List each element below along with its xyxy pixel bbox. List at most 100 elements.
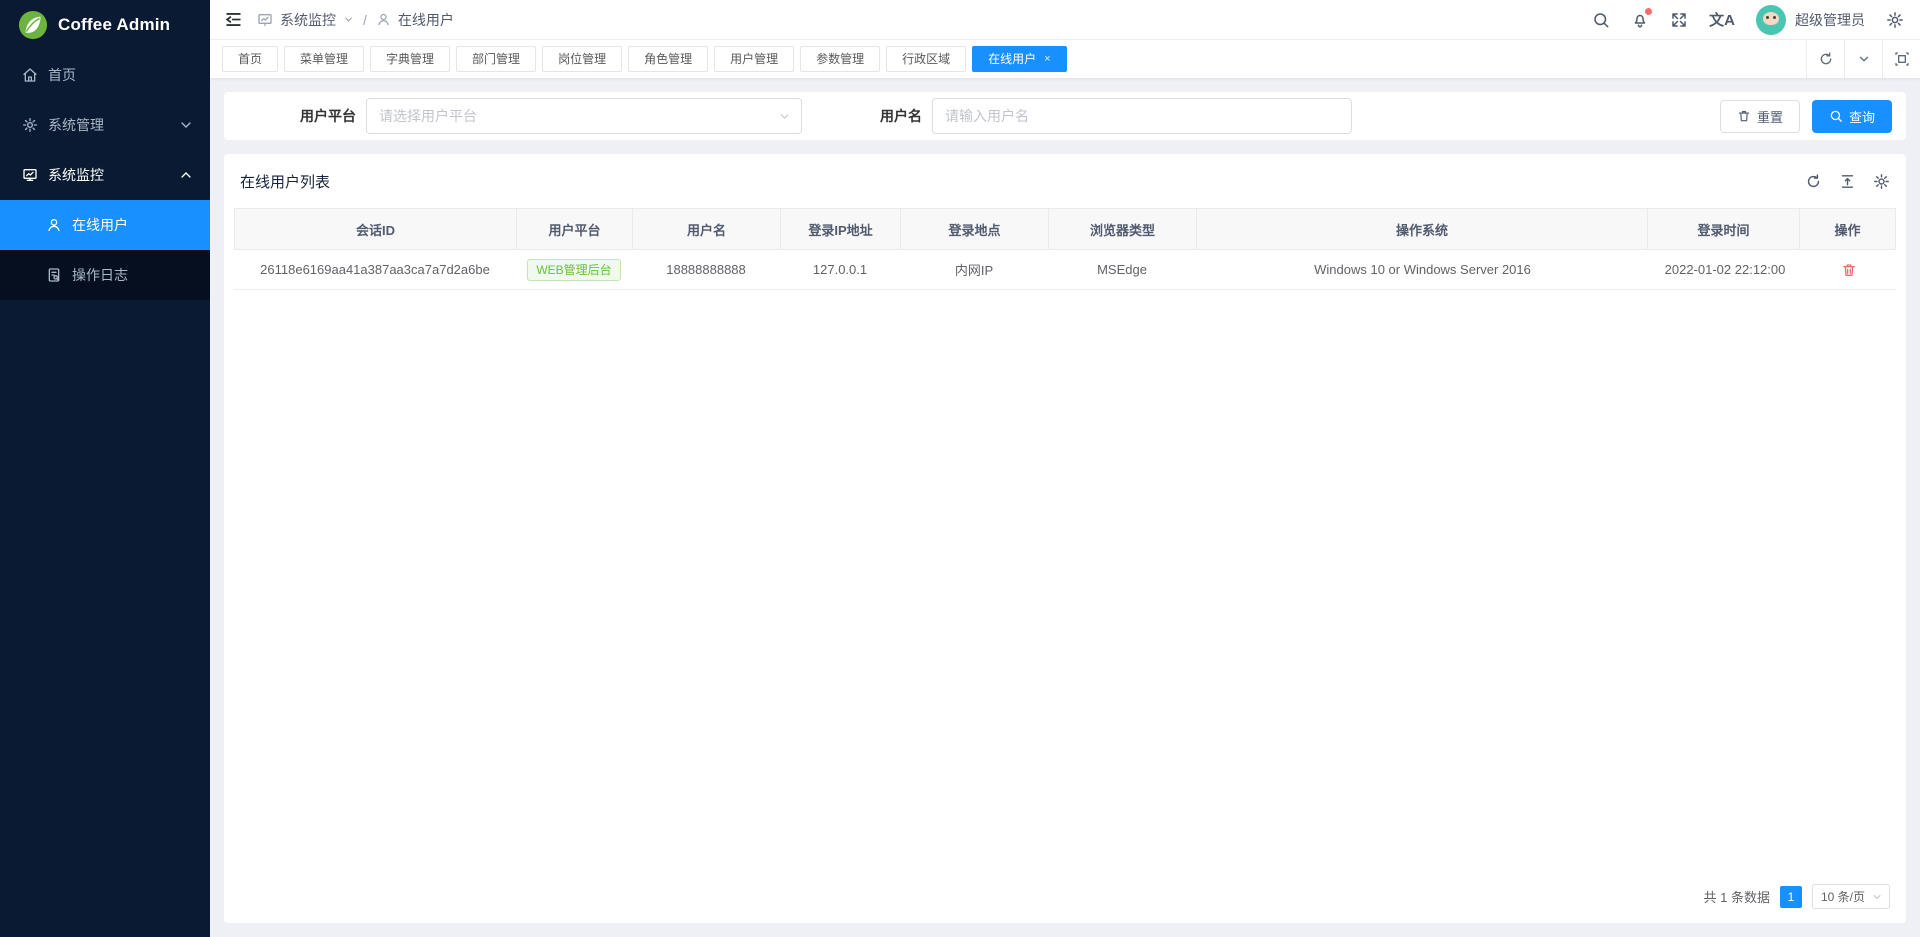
home-icon — [22, 67, 38, 83]
platform-select[interactable]: 请选择用户平台 — [366, 98, 802, 134]
table-header-row: 会话ID用户平台用户名登录IP地址登录地点浏览器类型操作系统登录时间操作 — [234, 208, 1896, 250]
close-tab-icon[interactable]: × — [1044, 54, 1050, 65]
cell-os: Windows 10 or Windows Server 2016 — [1196, 250, 1649, 290]
cell-platform: WEB管理后台 — [516, 250, 632, 290]
platform-select-placeholder: 请选择用户平台 — [379, 106, 477, 126]
settings-gear-icon[interactable] — [1886, 11, 1904, 29]
tab-9[interactable]: 行政区域 — [886, 46, 966, 72]
tab-5[interactable]: 岗位管理 — [542, 46, 622, 72]
tab-bar-tools — [1806, 40, 1920, 78]
sidebar: Coffee Admin 首页 系统管理 系统监控 在线用户 — [0, 0, 210, 937]
tab-label: 首页 — [238, 47, 262, 71]
cell-action — [1801, 250, 1896, 290]
chevron-down-icon — [1871, 891, 1883, 903]
notification-badge — [1645, 8, 1652, 15]
query-button[interactable]: 查询 — [1812, 100, 1892, 133]
tab-7[interactable]: 用户管理 — [714, 46, 794, 72]
tab-label: 菜单管理 — [300, 47, 348, 71]
sidebar-item-online-users[interactable]: 在线用户 — [0, 200, 210, 250]
trash-icon — [1737, 109, 1751, 123]
user-menu[interactable]: 超级管理员 — [1756, 5, 1865, 35]
maximize-content-icon[interactable] — [1882, 40, 1920, 78]
refresh-tab-icon[interactable] — [1806, 40, 1844, 78]
column-header: 浏览器类型 — [1049, 209, 1197, 249]
chevron-down-icon — [178, 117, 194, 133]
sidebar-item-label: 系统监控 — [48, 165, 168, 185]
platform-tag: WEB管理后台 — [527, 259, 620, 281]
caret-down-icon[interactable] — [343, 14, 354, 25]
search-icon — [1829, 109, 1843, 123]
column-header: 登录地点 — [901, 209, 1049, 249]
tab-label: 岗位管理 — [558, 47, 606, 71]
username-label: 超级管理员 — [1795, 10, 1865, 30]
column-header: 登录IP地址 — [781, 209, 901, 249]
tab-label: 用户管理 — [730, 47, 778, 71]
tab-1[interactable]: 首页 — [222, 46, 278, 72]
fullscreen-icon[interactable] — [1670, 11, 1688, 29]
column-header: 操作 — [1800, 209, 1895, 249]
tab-label: 部门管理 — [472, 47, 520, 71]
sidebar-item-home[interactable]: 首页 — [0, 50, 210, 100]
column-settings-gear-icon[interactable] — [1873, 173, 1890, 190]
chevron-down-icon — [778, 110, 791, 123]
tab-2[interactable]: 菜单管理 — [284, 46, 364, 72]
sidebar-item-system-monitor[interactable]: 系统监控 — [0, 150, 210, 200]
tab-label: 参数管理 — [816, 47, 864, 71]
cell-session_id: 26118e6169aa41a387aa3ca7a7d2a6be — [234, 250, 516, 290]
translate-icon[interactable]: 文A — [1709, 9, 1735, 30]
table-row: 26118e6169aa41a387aa3ca7a7d2a6be WEB管理后台 1… — [234, 250, 1896, 290]
row-height-icon[interactable] — [1839, 173, 1856, 190]
sidebar-item-operation-log[interactable]: 操作日志 — [0, 250, 210, 300]
sidebar-item-label: 系统管理 — [48, 115, 168, 135]
tab-options-chevron-icon[interactable] — [1844, 40, 1882, 78]
card-header: 在线用户列表 — [234, 154, 1896, 208]
column-header: 操作系统 — [1197, 209, 1648, 249]
search-icon[interactable] — [1592, 11, 1610, 29]
username-label: 用户名 — [880, 106, 922, 126]
tab-4[interactable]: 部门管理 — [456, 46, 536, 72]
breadcrumb-separator: / — [363, 12, 367, 28]
page-size-value: 10 条/页 — [1821, 888, 1865, 905]
username-input[interactable] — [932, 98, 1352, 134]
table-body: 26118e6169aa41a387aa3ca7a7d2a6be WEB管理后台 1… — [234, 250, 1896, 290]
cell-username: 18888888888 — [632, 250, 780, 290]
collapse-sidebar-icon[interactable] — [224, 10, 243, 29]
page-1-button[interactable]: 1 — [1780, 886, 1802, 908]
page-size-select[interactable]: 10 条/页 — [1812, 884, 1890, 909]
tab-3[interactable]: 字典管理 — [370, 46, 450, 72]
online-users-table: 会话ID用户平台用户名登录IP地址登录地点浏览器类型操作系统登录时间操作 261… — [234, 208, 1896, 290]
tab-10[interactable]: 在线用户× — [972, 46, 1066, 72]
notifications-bell-icon[interactable] — [1631, 11, 1649, 29]
sidebar-item-system-management[interactable]: 系统管理 — [0, 100, 210, 150]
sidebar-item-label: 在线用户 — [72, 215, 194, 235]
tab-8[interactable]: 参数管理 — [800, 46, 880, 72]
cell-ip: 127.0.0.1 — [780, 250, 900, 290]
search-form-card: 用户平台 请选择用户平台 用户名 重置 查询 — [224, 92, 1906, 140]
card-title: 在线用户列表 — [240, 171, 330, 192]
log-icon — [46, 267, 62, 283]
logo[interactable]: Coffee Admin — [0, 0, 210, 50]
refresh-table-icon[interactable] — [1805, 173, 1822, 190]
cell-login_time: 2022-01-02 22:12:00 — [1649, 250, 1801, 290]
sidebar-menu: 首页 系统管理 系统监控 在线用户 操作日志 — [0, 50, 210, 937]
app-root: Coffee Admin 首页 系统管理 系统监控 在线用户 — [0, 0, 1920, 937]
column-header: 用户名 — [633, 209, 781, 249]
user-icon — [376, 12, 391, 27]
table-tools — [1805, 173, 1890, 190]
tab-label: 字典管理 — [386, 47, 434, 71]
tab-label: 行政区域 — [902, 47, 950, 71]
tab-bar: 首页 菜单管理 字典管理 部门管理 岗位管理角色管理用户管理 参数管理 行政区域在线用户× — [210, 40, 1920, 78]
user-icon — [46, 217, 62, 233]
sidebar-item-label: 操作日志 — [72, 265, 194, 285]
header-actions: 文A 超级管理员 — [1592, 5, 1904, 35]
reset-button[interactable]: 重置 — [1720, 100, 1800, 133]
content: 用户平台 请选择用户平台 用户名 重置 查询 — [210, 78, 1920, 937]
breadcrumb-parent[interactable]: 系统监控 — [280, 10, 336, 30]
main-area: 系统监控 / 在线用户 文A — [210, 0, 1920, 937]
delete-user-button[interactable] — [1841, 262, 1857, 278]
trash-icon — [1841, 262, 1857, 278]
cell-location: 内网IP — [900, 250, 1048, 290]
pagination: 共 1 条数据 1 10 条/页 — [234, 874, 1896, 915]
column-header: 会话ID — [235, 209, 517, 249]
tab-6[interactable]: 角色管理 — [628, 46, 708, 72]
